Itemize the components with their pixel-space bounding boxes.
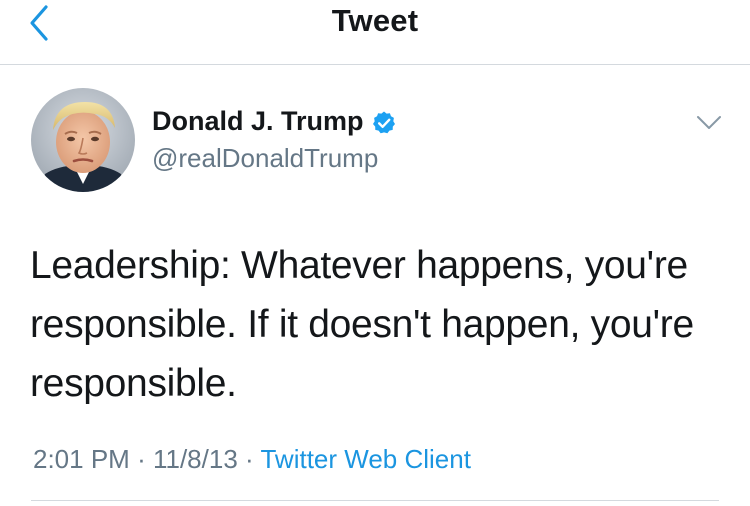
tweet-text: Leadership: Whatever happens, you're res… bbox=[30, 244, 694, 405]
divider bbox=[31, 500, 719, 501]
tweet-time: 2:01 PM bbox=[33, 444, 130, 474]
tweet-metadata: 2:01 PM · 11/8/13 · Twitter Web Client bbox=[33, 444, 471, 475]
more-options-button[interactable] bbox=[694, 110, 724, 136]
avatar[interactable] bbox=[31, 88, 135, 192]
verified-badge-icon bbox=[372, 111, 395, 133]
page-title: Tweet bbox=[331, 3, 419, 38]
tweet-source-link[interactable]: Twitter Web Client bbox=[260, 444, 470, 474]
author-handle[interactable]: @realDonaldTrump bbox=[152, 143, 378, 174]
tweet-date: 11/8/13 bbox=[152, 444, 238, 474]
chevron-down-icon bbox=[697, 116, 721, 129]
navigation-bar: Tweet bbox=[0, 0, 750, 65]
author-display-name-row[interactable]: Donald J. Trump bbox=[152, 106, 397, 137]
meta-separator: · bbox=[245, 444, 254, 474]
author-display-name[interactable]: Donald J. Trump bbox=[152, 106, 364, 137]
meta-separator: · bbox=[137, 444, 146, 474]
